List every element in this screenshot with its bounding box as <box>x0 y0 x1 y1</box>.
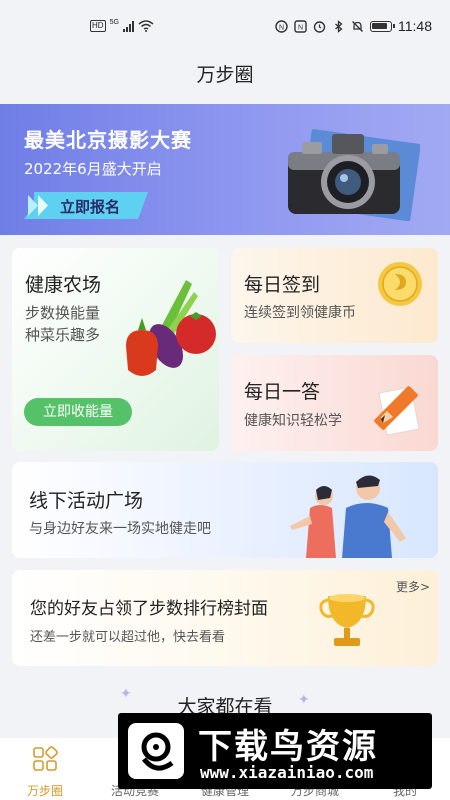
status-right: N N 11:48 <box>275 18 432 34</box>
farm-subtitle-2: 种菜乐趣多 <box>25 326 101 344</box>
farm-title: 健康农场 <box>25 274 102 296</box>
more-link[interactable]: 更多> <box>396 578 430 595</box>
watermark-text: 下载鸟资源 <box>198 727 378 767</box>
status-bar: HD 5G N N 11:48 <box>0 0 450 56</box>
battery-icon <box>370 20 395 32</box>
svg-text:N: N <box>279 24 284 31</box>
health-farm-card[interactable]: 健康农场 步数换能量 种菜乐趣多 立即收能量 <box>12 248 219 451</box>
daily-checkin-card[interactable]: 每日签到 连续签到领健康币 <box>231 248 438 343</box>
nfc-icon: N <box>275 19 288 33</box>
trophy-icon <box>319 594 375 646</box>
pencil-icon <box>374 386 420 436</box>
daily-quiz-card[interactable]: 每日一答 健康知识轻松学 <box>231 355 438 451</box>
status-time: 11:48 <box>398 18 432 34</box>
svg-text:N: N <box>298 24 303 31</box>
bird-logo-icon <box>128 723 184 779</box>
vegetables-icon <box>126 280 216 376</box>
rank-subtitle: 还差一步就可以超过他，快去看看 <box>30 630 226 645</box>
offline-subtitle: 与身边好友来一场实地健走吧 <box>29 521 211 537</box>
wifi-icon <box>138 20 154 32</box>
watermark: 下载鸟资源 www.xiazainiao.com <box>118 713 432 789</box>
runners-icon <box>290 475 406 558</box>
coin-icon <box>378 262 422 306</box>
status-left: HD 5G <box>90 18 154 32</box>
nfc-square-icon: N <box>294 19 307 33</box>
step-ranking-card[interactable]: 您的好友占领了步数排行榜封面 还差一步就可以超过他，快去看看 更多> <box>12 570 438 666</box>
mute-icon <box>352 20 363 32</box>
camera-icon <box>288 129 420 222</box>
page-title: 万步圈 <box>196 64 254 86</box>
offline-title: 线下活动广场 <box>29 490 144 512</box>
collect-energy-button[interactable]: 立即收能量 <box>24 398 132 426</box>
farm-subtitle-1: 步数换能量 <box>25 304 101 322</box>
network-label: 5G <box>109 18 119 26</box>
checkin-title: 每日签到 <box>244 274 321 296</box>
alarm-icon <box>313 20 326 33</box>
register-button[interactable]: 立即报名 <box>60 196 120 217</box>
quiz-title: 每日一答 <box>244 381 321 403</box>
photo-contest-banner[interactable]: 最美北京摄影大赛 2022年6月盛大开启 立即报名 <box>0 104 450 235</box>
offline-activity-card[interactable]: 线下活动广场 与身边好友来一场实地健走吧 <box>12 462 438 558</box>
nav-item-steps-circle[interactable]: 万步圈 <box>0 738 90 800</box>
signal-icon <box>122 20 134 32</box>
quiz-subtitle: 健康知识轻松学 <box>244 413 342 429</box>
banner-subtitle: 2022年6月盛大开启 <box>24 160 162 178</box>
hd-icon: HD <box>90 20 106 32</box>
rank-title: 您的好友占领了步数排行榜封面 <box>30 599 268 619</box>
steps-circle-icon <box>33 746 58 771</box>
checkin-subtitle: 连续签到领健康币 <box>244 305 356 321</box>
nav-label: 万步圈 <box>26 784 63 798</box>
bluetooth-icon <box>335 19 343 33</box>
watermark-url: www.xiazainiao.com <box>200 763 374 782</box>
banner-title: 最美北京摄影大赛 <box>24 128 192 152</box>
